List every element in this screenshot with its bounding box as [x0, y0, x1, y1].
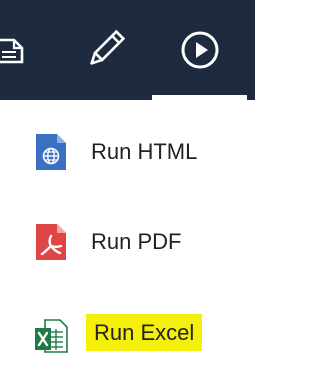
pdf-icon — [36, 224, 66, 260]
play-circle-icon — [181, 31, 218, 69]
run-html-menu-item[interactable]: Run HTML — [0, 124, 255, 180]
run-menu-panel: Run HTML Run PDF Run Excel — [0, 0, 255, 365]
run-excel-menu-item[interactable]: Run Excel — [0, 304, 255, 360]
run-pdf-label: Run PDF — [91, 229, 182, 254]
html-globe-icon — [36, 134, 66, 170]
run-tool-button[interactable] — [152, 0, 247, 100]
run-excel-label: Run Excel — [86, 314, 203, 351]
run-menu: Run HTML Run PDF Run Excel — [0, 100, 255, 365]
run-html-label: Run HTML — [91, 139, 198, 164]
run-pdf-menu-item[interactable]: Run PDF — [0, 214, 255, 270]
pencil-icon — [90, 29, 126, 65]
toolbar — [0, 0, 255, 100]
excel-icon — [35, 319, 68, 353]
document-tool-button[interactable] — [0, 0, 26, 100]
document-icon — [0, 38, 24, 64]
edit-tool-button[interactable] — [70, 0, 140, 100]
